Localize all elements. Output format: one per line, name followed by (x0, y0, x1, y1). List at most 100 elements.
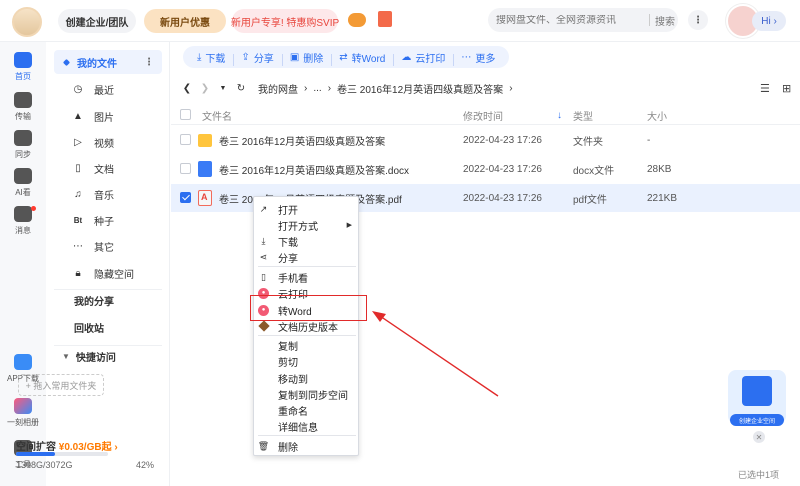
sort-icon[interactable]: ☰ (760, 82, 770, 95)
breadcrumb-root[interactable]: 我的网盘 (258, 81, 298, 96)
sidebar-item-images[interactable]: ▲ 图片 (54, 105, 162, 127)
sort-arrow-icon[interactable]: ↓ (557, 105, 562, 125)
row-checkbox[interactable] (180, 192, 191, 203)
breadcrumb-ellipsis[interactable]: ... (313, 83, 321, 94)
sidebar-item-recent[interactable]: ◷ 最近 (54, 78, 162, 100)
column-name[interactable]: 文件名 (202, 105, 232, 125)
greeting-label: Hi (761, 15, 771, 27)
menu-item-phone-view[interactable]: ▯ 手机看 (254, 269, 358, 285)
greeting-badge[interactable]: Hi › (752, 11, 786, 31)
sidebar-item-my-share[interactable]: 我的分享 (54, 289, 162, 311)
download-button[interactable]: ⤓ 下载 (189, 50, 233, 65)
menu-item-move-to[interactable]: 移动到 (254, 370, 358, 386)
breadcrumb: ❮ ❯ ▼ ↻ 我的网盘 › ... › 卷三 2016年12月英语四级真题及答… (178, 78, 800, 98)
space-expand-link[interactable]: 空间扩容 ¥0.03/GB起 › (16, 438, 118, 453)
history-dropdown-icon[interactable]: ▼ (214, 85, 232, 92)
rail-item-ai[interactable]: AI看 (0, 168, 46, 198)
sidebar-item-documents[interactable]: ▯ 文档 (54, 157, 162, 179)
table-row[interactable]: 卷三 2016年12月英语四级真题及答案.docx 2022-04-23 17:… (171, 155, 800, 183)
share-button[interactable]: ⇪ 分享 (233, 50, 281, 66)
kebab-icon[interactable]: ⋮ (144, 57, 154, 68)
sidebar-quick-access[interactable]: ▼ 快捷访问 (54, 345, 162, 367)
gift-icon[interactable] (378, 11, 392, 27)
close-icon[interactable]: ✕ (753, 431, 765, 443)
more-menu-icon[interactable]: ⋮ (688, 10, 708, 30)
row-checkbox[interactable] (180, 163, 191, 174)
create-enterprise-promo[interactable]: 创建企业空间 (728, 370, 786, 426)
file-name[interactable]: 卷三 2016年12月英语四级真题及答案.docx (219, 155, 409, 183)
more-button[interactable]: ⋯ 更多 (453, 50, 503, 66)
menu-item-details[interactable]: 详细信息 (254, 418, 358, 434)
sidebar-label: 快捷访问 (75, 353, 116, 364)
menu-item-share[interactable]: ⋖ 分享 (254, 249, 358, 265)
toolbar-label: 更多 (475, 53, 496, 65)
home-icon (14, 52, 32, 68)
file-name[interactable]: 卷三 2016年12月英语四级真题及答案 (219, 126, 385, 154)
menu-label: 打开方式 (278, 221, 318, 233)
file-modified: 2022-04-23 17:26 (463, 192, 542, 204)
menu-item-rename[interactable]: 重命名 (254, 402, 358, 418)
menu-item-download[interactable]: ⤓ 下载 (254, 233, 358, 249)
menu-label: 详细信息 (278, 422, 318, 434)
file-type: 文件夹 (573, 136, 603, 148)
sidebar-label: 文档 (94, 164, 114, 176)
menu-divider (258, 335, 356, 336)
action-toolbar: ⤓ 下载 ⇪ 分享 ▣ 删除 ⇄ 转Word ☁ 云打印 ⋯ 更多 (183, 46, 510, 68)
menu-item-cut[interactable]: 剪切 (254, 353, 358, 369)
forward-icon[interactable]: ❯ (196, 83, 214, 94)
file-table-header: 文件名 修改时间 ↓ 类型 大小 (171, 105, 800, 125)
rail-item-message[interactable]: 消息 (0, 206, 46, 236)
sidebar-label: 隐藏空间 (94, 269, 134, 281)
file-modified: 2022-04-23 17:26 (463, 134, 542, 146)
menu-item-open[interactable]: ↗ 打开 (254, 201, 358, 217)
menu-item-delete[interactable]: 🗑︎ 删除 (254, 438, 358, 454)
select-all-checkbox[interactable] (180, 109, 191, 120)
file-size: 28KB (647, 163, 672, 175)
file-size: - (647, 134, 651, 146)
svip-promo-button[interactable]: 新用户专享! 特惠购SVIP (231, 9, 339, 33)
menu-item-copy[interactable]: 复制 (254, 337, 358, 353)
rail-item-transfer[interactable]: 传输 (0, 92, 46, 122)
menu-label: 重命名 (278, 406, 308, 418)
enterprise-icon (742, 376, 772, 406)
rail-item-sync[interactable]: 同步 (0, 130, 46, 160)
chevron-right-icon: › (114, 442, 118, 453)
to-word-button[interactable]: ⇄ 转Word (331, 50, 393, 66)
refresh-icon[interactable]: ↻ (232, 83, 250, 94)
menu-divider (258, 435, 356, 436)
search-button[interactable]: 搜索 (655, 13, 675, 28)
new-user-offer-button[interactable]: 新用户优惠 (144, 9, 226, 33)
left-rail: 首页 传输 同步 AI看 消息 APP下载 一刻相册 工具 (0, 42, 46, 486)
drag-folder-dropzone[interactable]: + 拖入常用文件夹 (18, 374, 104, 396)
row-checkbox[interactable] (180, 134, 191, 145)
rail-item-album[interactable]: 一刻相册 (0, 398, 46, 428)
column-size[interactable]: 大小 (647, 105, 667, 125)
table-row[interactable]: 卷三 2016年12月英语四级真题及答案 2022-04-23 17:26 文件… (171, 126, 800, 154)
sidebar-item-hidden-space[interactable]: 🔒︎ 隐藏空间 (54, 262, 162, 284)
column-type[interactable]: 类型 (573, 105, 593, 125)
sidebar-item-videos[interactable]: ▷ 视频 (54, 131, 162, 153)
menu-label: 剪切 (278, 357, 298, 369)
sidebar-item-other[interactable]: ⋯ 其它 (54, 235, 162, 257)
column-modified[interactable]: 修改时间 (463, 105, 503, 125)
rail-item-home[interactable]: 首页 (0, 52, 46, 82)
sidebar-item-recycle-bin[interactable]: 回收站 (54, 316, 162, 338)
menu-divider (258, 266, 356, 267)
delete-button[interactable]: ▣ 删除 (281, 50, 331, 66)
create-company-button[interactable]: 创建企业/团队 (58, 9, 136, 33)
cloud-print-button[interactable]: ☁ 云打印 (393, 50, 453, 66)
sidebar-item-my-files[interactable]: 我的文件 ⋮ (54, 50, 162, 74)
sidebar-item-torrents[interactable]: Bt 种子 (54, 209, 162, 231)
menu-item-open-with[interactable]: 打开方式 ▶ (254, 217, 358, 233)
arrow-shaft (379, 315, 499, 397)
game-icon[interactable] (348, 13, 366, 27)
menu-item-copy-to-sync[interactable]: 复制到同步空间 (254, 386, 358, 402)
view-mode-icon[interactable]: ⊞ (782, 82, 791, 95)
sidebar-item-music[interactable]: ♫ 音乐 (54, 183, 162, 205)
logo-avatar[interactable] (12, 7, 42, 37)
rail-label: 一刻相册 (7, 418, 39, 427)
sidebar-label: 音乐 (94, 190, 114, 202)
back-icon[interactable]: ❮ (178, 83, 196, 94)
search-input[interactable] (496, 14, 644, 26)
sidebar-label: 种子 (94, 216, 114, 228)
